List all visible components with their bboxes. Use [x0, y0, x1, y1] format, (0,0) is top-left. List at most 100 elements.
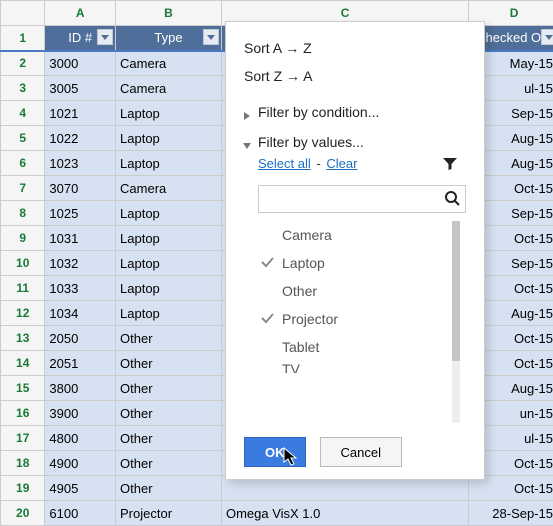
cell[interactable]: Other	[116, 451, 222, 476]
row-header[interactable]: 8	[1, 201, 45, 226]
column-header-label: Type	[154, 30, 182, 45]
cell[interactable]: 1033	[45, 276, 116, 301]
filter-value-option[interactable]: Laptop	[254, 249, 450, 277]
cell[interactable]: Laptop	[116, 151, 222, 176]
col-header-a[interactable]: A	[45, 1, 116, 26]
cell[interactable]: Other	[116, 326, 222, 351]
row-header[interactable]: 6	[1, 151, 45, 176]
scrollbar[interactable]	[452, 221, 460, 423]
cell[interactable]: 1023	[45, 151, 116, 176]
row-header[interactable]: 14	[1, 351, 45, 376]
cell[interactable]: 3800	[45, 376, 116, 401]
cell[interactable]: Other	[116, 376, 222, 401]
filter-value-option[interactable]: Projector	[254, 305, 450, 333]
clear-link[interactable]: Clear	[326, 156, 357, 171]
cell[interactable]: Laptop	[116, 201, 222, 226]
cell[interactable]: 2051	[45, 351, 116, 376]
row-header[interactable]: 2	[1, 51, 45, 76]
filter-toggle-icon[interactable]	[97, 29, 113, 45]
filter-value-label: Tablet	[282, 339, 319, 355]
cell[interactable]: 1021	[45, 101, 116, 126]
ok-button[interactable]: OK	[244, 437, 306, 467]
row-header[interactable]: 19	[1, 476, 45, 501]
filter-search-input[interactable]	[258, 185, 466, 213]
cell[interactable]: 4800	[45, 426, 116, 451]
cell[interactable]: Other	[116, 476, 222, 501]
cell[interactable]: 1025	[45, 201, 116, 226]
row-header[interactable]: 9	[1, 226, 45, 251]
cell[interactable]: Other	[116, 351, 222, 376]
cell[interactable]: Other	[116, 401, 222, 426]
select-all-corner[interactable]	[1, 1, 45, 26]
cell[interactable]: Other	[116, 426, 222, 451]
scrollbar-thumb[interactable]	[452, 221, 460, 361]
cell[interactable]: Camera	[116, 176, 222, 201]
search-icon	[444, 190, 460, 209]
row-header[interactable]: 12	[1, 301, 45, 326]
cell[interactable]: Camera	[116, 76, 222, 101]
cell[interactable]: Laptop	[116, 226, 222, 251]
column-header-type[interactable]: Type	[116, 26, 222, 51]
cell[interactable]: 3070	[45, 176, 116, 201]
cell[interactable]: 1032	[45, 251, 116, 276]
cell[interactable]: Omega VisX 1.0	[221, 501, 468, 526]
cell[interactable]: 3005	[45, 76, 116, 101]
row-header[interactable]: 5	[1, 126, 45, 151]
col-header-b[interactable]: B	[116, 1, 222, 26]
row-header[interactable]: 1	[1, 26, 45, 51]
check-icon	[260, 311, 274, 325]
chevron-down-icon	[242, 138, 252, 148]
filter-value-label: Projector	[282, 311, 338, 327]
cell[interactable]: Laptop	[116, 276, 222, 301]
filter-values-list: Camera Laptop Other Projector Tablet TV	[254, 221, 470, 423]
chevron-right-icon	[242, 108, 252, 118]
filter-value-option[interactable]: Camera	[254, 221, 450, 249]
filter-value-option[interactable]: Other	[254, 277, 450, 305]
filter-by-values[interactable]: Filter by values...	[226, 130, 484, 154]
row-header[interactable]: 15	[1, 376, 45, 401]
row-header[interactable]: 10	[1, 251, 45, 276]
filter-value-option[interactable]: Tablet	[254, 333, 450, 361]
filter-value-option[interactable]: TV	[254, 361, 450, 373]
cell[interactable]: 4900	[45, 451, 116, 476]
select-all-link[interactable]: Select all	[258, 156, 311, 171]
cell[interactable]: 1034	[45, 301, 116, 326]
row-header[interactable]: 17	[1, 426, 45, 451]
cell[interactable]: Laptop	[116, 126, 222, 151]
check-icon	[260, 255, 274, 269]
cell[interactable]: Laptop	[116, 251, 222, 276]
cell[interactable]: Camera	[116, 51, 222, 76]
filter-icon	[442, 156, 458, 175]
filter-value-label: Other	[282, 283, 317, 299]
filter-toggle-icon[interactable]	[203, 29, 219, 45]
filter-by-condition[interactable]: Filter by condition...	[226, 100, 484, 124]
cell[interactable]: 6100	[45, 501, 116, 526]
sort-za[interactable]: Sort Z → A	[226, 62, 484, 90]
row-header[interactable]: 3	[1, 76, 45, 101]
row-header[interactable]: 18	[1, 451, 45, 476]
row-header[interactable]: 13	[1, 326, 45, 351]
column-header-id[interactable]: ID #	[45, 26, 116, 51]
cell[interactable]: 4905	[45, 476, 116, 501]
cell[interactable]: Laptop	[116, 101, 222, 126]
column-header-label: ID #	[68, 30, 92, 45]
cell[interactable]: Laptop	[116, 301, 222, 326]
cell[interactable]: 1022	[45, 126, 116, 151]
cell[interactable]: 3000	[45, 51, 116, 76]
cell[interactable]: 2050	[45, 326, 116, 351]
row-header[interactable]: 4	[1, 101, 45, 126]
filter-value-label: Laptop	[282, 255, 325, 271]
filter-menu: Sort A → Z Sort Z → A Filter by conditio…	[225, 21, 485, 480]
row-header[interactable]: 7	[1, 176, 45, 201]
cell[interactable]: 28-Sep-15	[469, 501, 553, 526]
row-header[interactable]: 11	[1, 276, 45, 301]
cell[interactable]: 1031	[45, 226, 116, 251]
sort-az[interactable]: Sort A → Z	[226, 34, 484, 62]
cell[interactable]: Projector	[116, 501, 222, 526]
row-header[interactable]: 16	[1, 401, 45, 426]
cancel-button[interactable]: Cancel	[320, 437, 402, 467]
filter-by-values-label: Filter by values...	[258, 134, 364, 150]
row-header[interactable]: 20	[1, 501, 45, 526]
filter-toggle-icon[interactable]	[541, 29, 553, 45]
cell[interactable]: 3900	[45, 401, 116, 426]
